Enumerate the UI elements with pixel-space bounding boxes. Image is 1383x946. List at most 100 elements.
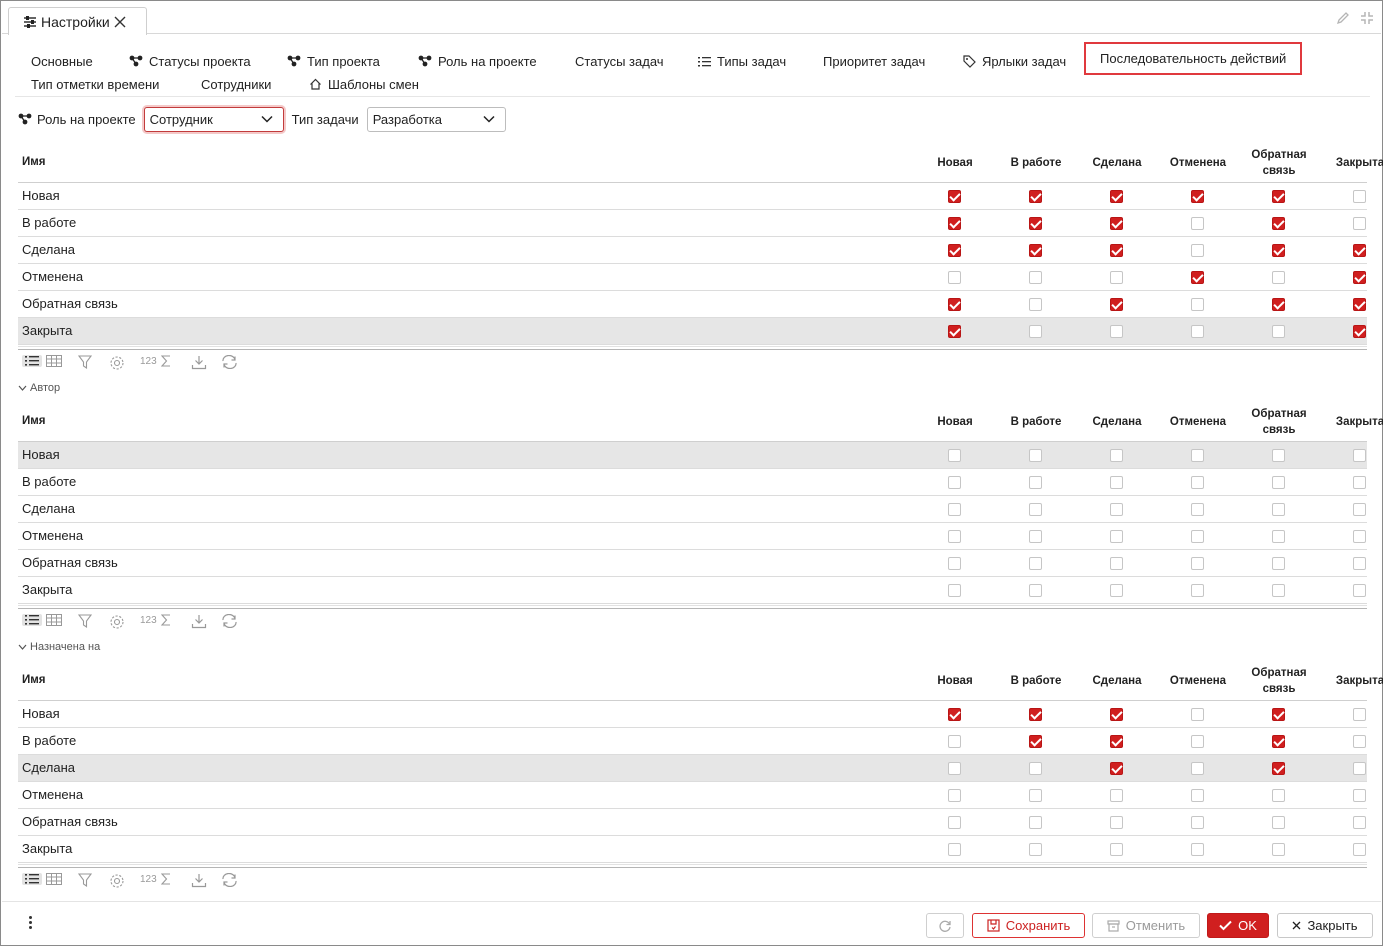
column-header-status[interactable]: Закрыта xyxy=(1320,661,1383,701)
transition-checkbox[interactable] xyxy=(1191,190,1204,203)
transition-checkbox[interactable] xyxy=(1191,735,1204,748)
transition-checkbox[interactable] xyxy=(1110,789,1123,802)
filter-icon[interactable] xyxy=(78,355,92,369)
transition-checkbox[interactable] xyxy=(1353,789,1366,802)
collapse-icon[interactable] xyxy=(1359,10,1375,26)
transition-checkbox[interactable] xyxy=(1353,584,1366,597)
transition-checkbox[interactable] xyxy=(1029,217,1042,230)
refresh-icon[interactable] xyxy=(221,355,238,369)
transition-checkbox[interactable] xyxy=(1272,325,1285,338)
transition-checkbox[interactable] xyxy=(1110,584,1123,597)
transition-checkbox[interactable] xyxy=(1272,190,1285,203)
transition-checkbox[interactable] xyxy=(1353,557,1366,570)
table-row[interactable]: Обратная связь xyxy=(18,550,1367,577)
transition-checkbox[interactable] xyxy=(1110,325,1123,338)
transition-checkbox[interactable] xyxy=(1110,298,1123,311)
tab-time-mark-type[interactable]: Тип отметки времени xyxy=(31,73,159,95)
tab-employees[interactable]: Сотрудники xyxy=(201,73,271,95)
transition-checkbox[interactable] xyxy=(1029,584,1042,597)
column-header-status[interactable]: Сделана xyxy=(1077,661,1157,701)
transition-checkbox[interactable] xyxy=(1191,217,1204,230)
refresh-icon[interactable] xyxy=(221,614,238,628)
column-header-status[interactable]: Обратная связь xyxy=(1249,661,1309,701)
tab-task-priority[interactable]: Приоритет задач xyxy=(823,50,925,72)
transition-checkbox[interactable] xyxy=(1191,298,1204,311)
column-header-status[interactable]: Обратная связь xyxy=(1249,402,1309,442)
transition-checkbox[interactable] xyxy=(948,476,961,489)
transition-checkbox[interactable] xyxy=(1191,449,1204,462)
table-row[interactable]: Отменена xyxy=(18,782,1367,809)
group-toggle[interactable]: Автор xyxy=(18,382,60,394)
column-header-status[interactable]: Новая xyxy=(915,402,995,442)
column-header-name[interactable]: Имя xyxy=(22,156,45,168)
table-row[interactable]: Сделана xyxy=(18,237,1367,264)
transition-checkbox[interactable] xyxy=(1353,271,1366,284)
table-row[interactable]: Сделана xyxy=(18,496,1367,523)
more-menu-icon[interactable] xyxy=(29,916,32,929)
transition-checkbox[interactable] xyxy=(1272,530,1285,543)
transition-checkbox[interactable] xyxy=(1353,298,1366,311)
transition-checkbox[interactable] xyxy=(1191,244,1204,257)
list-view-icon[interactable] xyxy=(22,614,42,626)
transition-checkbox[interactable] xyxy=(1191,530,1204,543)
transition-checkbox[interactable] xyxy=(1029,190,1042,203)
table-row[interactable]: В работе xyxy=(18,210,1367,237)
transition-checkbox[interactable] xyxy=(1191,816,1204,829)
column-header-status[interactable]: Новая xyxy=(915,661,995,701)
ok-button[interactable]: OK xyxy=(1207,913,1269,938)
save-button[interactable]: Сохранить xyxy=(972,913,1085,938)
transition-checkbox[interactable] xyxy=(1272,843,1285,856)
transition-checkbox[interactable] xyxy=(1353,762,1366,775)
tab-task-types[interactable]: Типы задач xyxy=(698,50,786,72)
transition-checkbox[interactable] xyxy=(1353,843,1366,856)
list-view-icon[interactable] xyxy=(22,355,42,367)
table-view-icon[interactable] xyxy=(46,614,62,626)
transition-checkbox[interactable] xyxy=(1110,476,1123,489)
tab-general[interactable]: Основные xyxy=(31,50,93,72)
transition-checkbox[interactable] xyxy=(1272,789,1285,802)
column-header-status[interactable]: Отменена xyxy=(1158,402,1238,442)
cancel-button[interactable]: Отменить xyxy=(1092,913,1200,938)
transition-checkbox[interactable] xyxy=(1110,762,1123,775)
transition-checkbox[interactable] xyxy=(1191,271,1204,284)
settings-icon[interactable] xyxy=(109,873,125,889)
column-header-name[interactable]: Имя xyxy=(22,674,45,686)
column-header-status[interactable]: Закрыта xyxy=(1320,402,1383,442)
transition-checkbox[interactable] xyxy=(1353,217,1366,230)
table-row[interactable]: Отменена xyxy=(18,264,1367,291)
table-view-icon[interactable] xyxy=(46,873,62,885)
transition-checkbox[interactable] xyxy=(1110,190,1123,203)
table-row[interactable]: В работе xyxy=(18,728,1367,755)
transition-checkbox[interactable] xyxy=(1191,325,1204,338)
transition-checkbox[interactable] xyxy=(948,190,961,203)
role-select[interactable]: Сотрудник xyxy=(143,106,284,132)
transition-checkbox[interactable] xyxy=(1272,298,1285,311)
transition-checkbox[interactable] xyxy=(948,816,961,829)
sum-icon[interactable]: 123 xyxy=(140,873,171,885)
sum-icon[interactable]: 123 xyxy=(140,355,171,367)
transition-checkbox[interactable] xyxy=(1353,449,1366,462)
list-view-icon[interactable] xyxy=(22,873,42,885)
pencil-icon[interactable] xyxy=(1335,10,1351,26)
transition-checkbox[interactable] xyxy=(1191,843,1204,856)
table-row[interactable]: Новая xyxy=(18,183,1367,210)
column-header-status[interactable]: Обратная связь xyxy=(1249,143,1309,183)
transition-checkbox[interactable] xyxy=(1272,762,1285,775)
transition-checkbox[interactable] xyxy=(1353,503,1366,516)
transition-checkbox[interactable] xyxy=(1353,476,1366,489)
transition-checkbox[interactable] xyxy=(1272,217,1285,230)
transition-checkbox[interactable] xyxy=(948,298,961,311)
transition-checkbox[interactable] xyxy=(1191,789,1204,802)
close-button[interactable]: Закрыть xyxy=(1277,913,1373,938)
transition-checkbox[interactable] xyxy=(1272,735,1285,748)
column-header-name[interactable]: Имя xyxy=(22,415,45,427)
transition-checkbox[interactable] xyxy=(948,735,961,748)
transition-checkbox[interactable] xyxy=(1353,190,1366,203)
download-icon[interactable] xyxy=(191,614,207,629)
transition-checkbox[interactable] xyxy=(948,325,961,338)
transition-checkbox[interactable] xyxy=(1029,557,1042,570)
table-row[interactable]: В работе xyxy=(18,469,1367,496)
transition-checkbox[interactable] xyxy=(1110,735,1123,748)
filter-icon[interactable] xyxy=(78,873,92,887)
tab-project-type[interactable]: Тип проекта xyxy=(287,50,380,72)
